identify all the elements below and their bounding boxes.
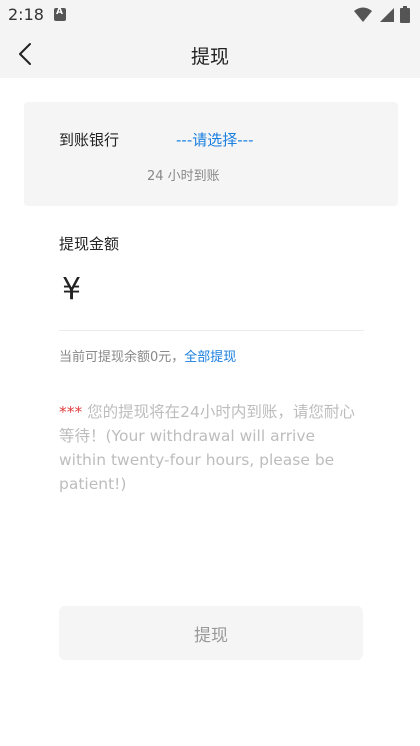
notice-text: *** 您的提现将在24小时内到账，请您耐心等待！(Your withdrawa… xyxy=(59,400,359,496)
wifi-icon xyxy=(354,7,372,22)
amount-input[interactable] xyxy=(96,272,364,312)
divider xyxy=(59,330,364,331)
notification-icon xyxy=(54,7,66,21)
withdraw-all-link[interactable]: 全部提现 xyxy=(184,350,236,365)
bank-select[interactable]: ---请选择--- xyxy=(176,129,253,150)
page-title: 提现 xyxy=(190,46,229,68)
signal-icon xyxy=(380,7,394,22)
arrival-time-note: 24 小时到账 xyxy=(147,169,220,184)
submit-button[interactable]: 提现 xyxy=(59,606,363,660)
status-time: 2:18 xyxy=(8,5,44,24)
balance-text: 当前可提现余额0元， xyxy=(59,350,185,365)
status-bar: 2:18 xyxy=(0,0,420,30)
balance-line: 当前可提现余额0元，全部提现 xyxy=(59,346,236,365)
currency-symbol: ¥ xyxy=(62,272,82,307)
bank-card: 到账银行 ---请选择--- 24 小时到账 xyxy=(24,102,398,206)
notice-message: 您的提现将在24小时内到账，请您耐心等待！(Your withdrawal wi… xyxy=(59,403,355,493)
notice-stars: *** xyxy=(59,403,83,421)
status-icons xyxy=(354,6,410,23)
amount-label: 提现金额 xyxy=(59,235,120,253)
app-header: 提现 xyxy=(0,30,420,78)
battery-icon xyxy=(400,6,410,23)
bank-label: 到账银行 xyxy=(59,131,120,149)
